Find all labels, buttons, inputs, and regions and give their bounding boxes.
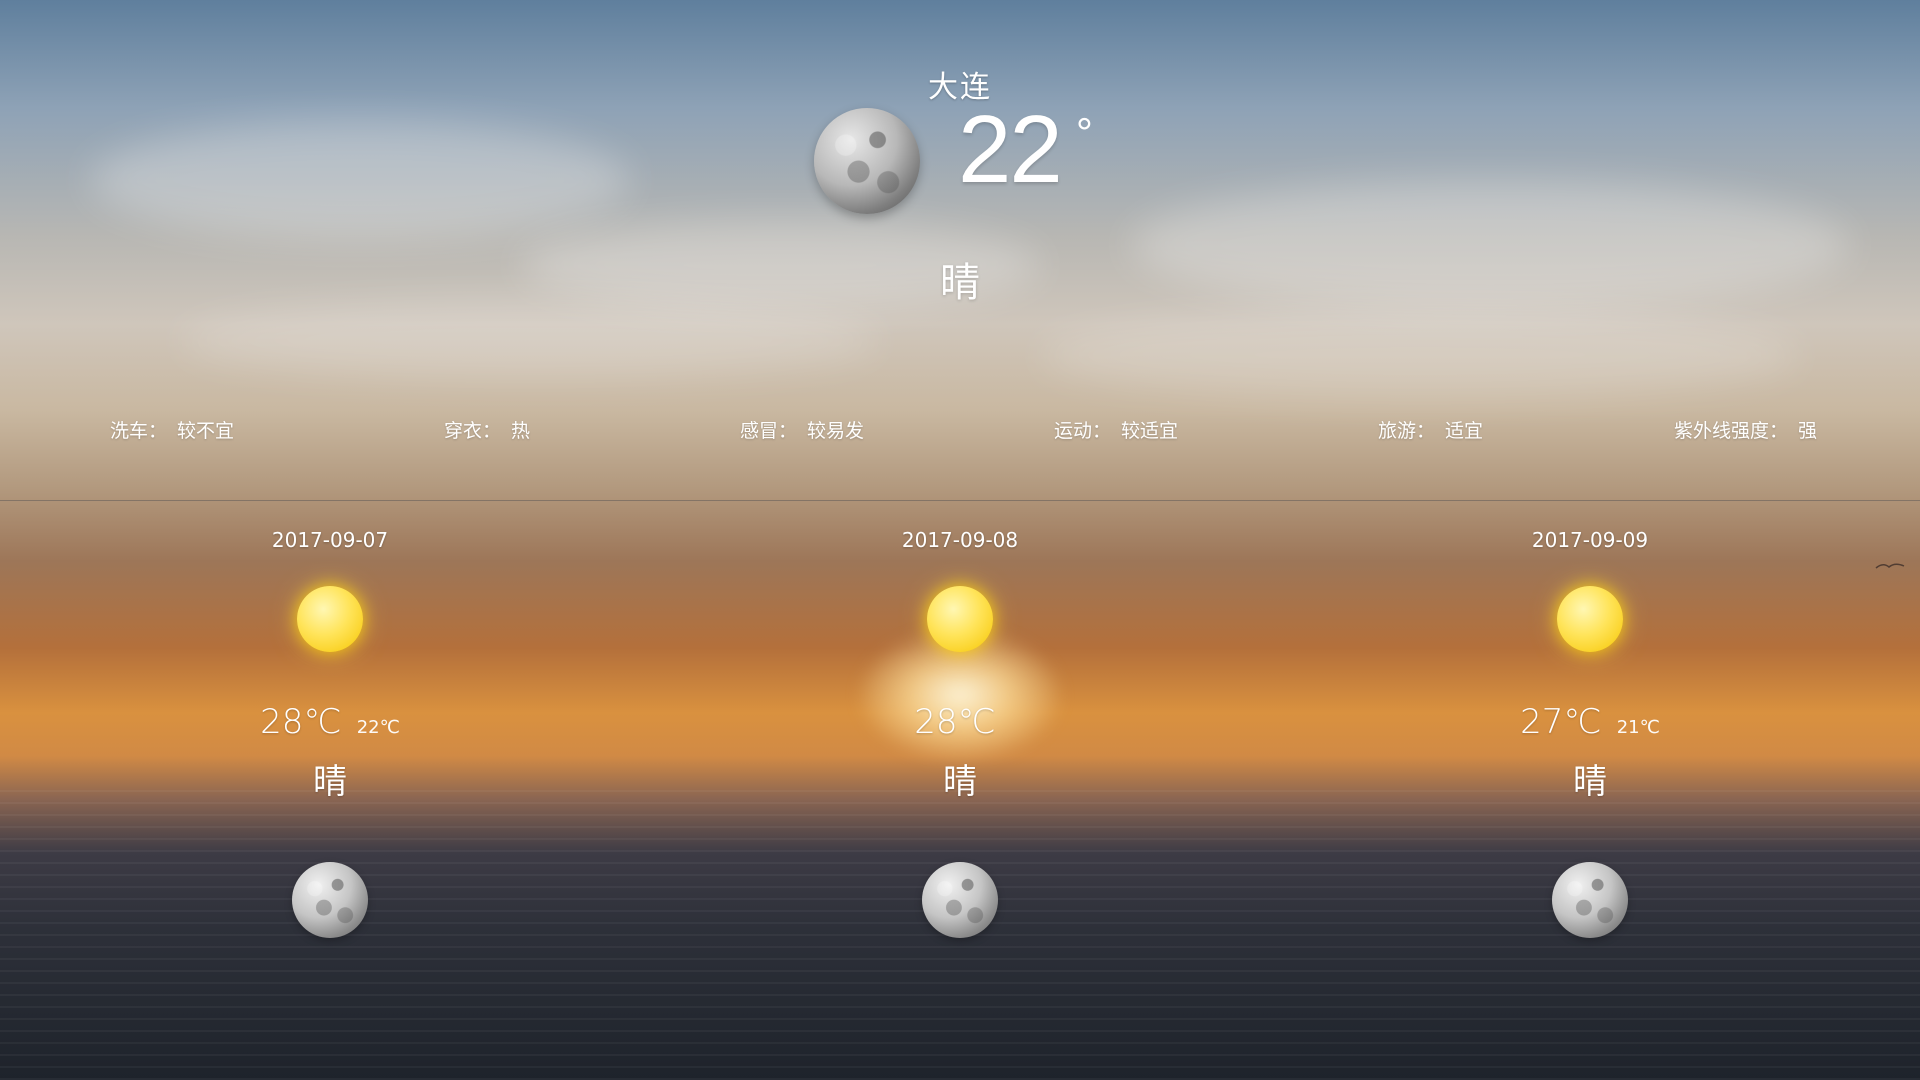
forecast-high-temperature: 28℃ [914,702,996,742]
sun-icon [1557,586,1623,652]
moon-icon [922,862,998,938]
bird-icon [1875,563,1905,569]
forecast-temperatures: 28℃ [855,702,1065,742]
forecast-low-temperature: 21℃ [1616,717,1660,738]
moon-icon [1552,862,1628,938]
forecast-condition: 晴 [943,762,977,802]
sun-icon [927,586,993,652]
forecast-day-card: 2017-09-07 28℃ 22℃ 晴 [225,528,435,958]
forecast-high-temperature: 27℃ [1520,702,1602,742]
forecast-temperatures: 27℃ 21℃ [1485,702,1695,742]
sun-icon [297,586,363,652]
forecast-condition: 晴 [313,762,347,802]
forecast-high-temperature: 28℃ [260,702,342,742]
forecast-condition: 晴 [1573,762,1607,802]
forecast-temperatures: 28℃ 22℃ [225,702,435,742]
forecast-date: 2017-09-09 [1531,528,1649,552]
forecast-day-card: 2017-09-09 27℃ 21℃ 晴 [1485,528,1695,958]
forecast-low-temperature: 22℃ [356,717,400,738]
forecast-date: 2017-09-07 [271,528,389,552]
forecast-section: 2017-09-07 28℃ 22℃ 晴 2017-09-08 28℃ 晴 20… [0,0,1920,1080]
forecast-date: 2017-09-08 [901,528,1019,552]
moon-icon [292,862,368,938]
forecast-day-card: 2017-09-08 28℃ 晴 [855,528,1065,958]
